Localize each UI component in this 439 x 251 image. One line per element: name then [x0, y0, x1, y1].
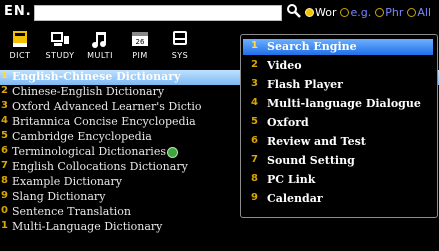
multi-menu-popup: 1 Search Engine 2 Video 3 Flash Player 4…	[240, 34, 438, 218]
radio-dot-icon	[407, 7, 417, 17]
menu-item-search-engine[interactable]: 1 Search Engine	[243, 39, 433, 55]
svg-text:26: 26	[136, 38, 145, 46]
green-status-icon	[166, 146, 178, 158]
radio-dot-icon	[340, 7, 350, 17]
list-item[interactable]: 1 Multi-Language Dictionary	[0, 220, 439, 235]
music-note-icon	[92, 32, 106, 48]
language-label[interactable]: EN.	[4, 4, 32, 19]
search-input[interactable]	[34, 5, 282, 21]
category-dict[interactable]: DICT	[0, 24, 40, 66]
category-study[interactable]: STUDY	[40, 24, 80, 66]
menu-item-oxford[interactable]: 5 Oxford	[243, 115, 433, 131]
category-multi[interactable]: MULTI	[80, 24, 120, 66]
radio-example[interactable]: e.g.	[340, 5, 371, 19]
radio-all[interactable]: All	[407, 5, 431, 19]
menu-item-review-and-test[interactable]: 6 Review and Test	[243, 134, 433, 150]
radio-word[interactable]: Wor	[305, 5, 336, 19]
menu-item-multi-language-dialogue[interactable]: 4 Multi-language Dialogue	[243, 96, 433, 112]
system-icon	[173, 31, 187, 45]
study-icon	[51, 32, 69, 46]
top-bar: EN. Wor e.g. Phr All	[0, 0, 439, 24]
radio-dot-icon	[305, 7, 314, 17]
menu-item-pc-link[interactable]: 8 PC Link	[243, 172, 433, 188]
radio-dot-icon	[375, 7, 385, 17]
calendar-icon: 26	[132, 32, 148, 46]
menu-item-video[interactable]: 2 Video	[243, 58, 433, 74]
menu-item-calendar[interactable]: 9 Calendar	[243, 191, 433, 207]
menu-item-sound-setting[interactable]: 7 Sound Setting	[243, 153, 433, 169]
menu-item-flash-player[interactable]: 3 Flash Player	[243, 77, 433, 93]
radio-phrase[interactable]: Phr	[375, 5, 403, 19]
search-icon[interactable]	[286, 3, 302, 19]
search-mode-options: Wor e.g. Phr All	[305, 5, 431, 19]
book-icon	[13, 31, 27, 47]
category-pim[interactable]: 26 PIM	[120, 24, 160, 66]
category-sys[interactable]: SYS	[160, 24, 200, 66]
